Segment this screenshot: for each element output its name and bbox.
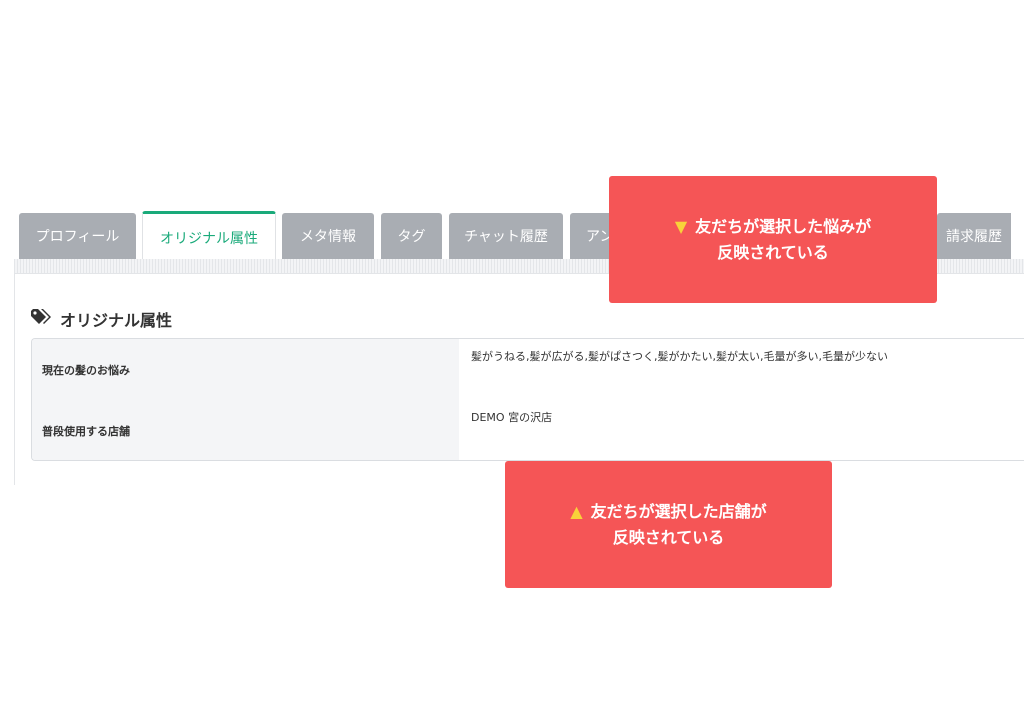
tab-original-attributes[interactable]: オリジナル属性 <box>142 211 276 261</box>
callout-text: 友だちが選択した悩みが <box>695 216 872 236</box>
section-title: オリジナル属性 <box>30 306 172 332</box>
tab-billing-history[interactable]: 請求履歴 <box>937 213 1011 259</box>
row-label: 現在の髪のお悩み <box>32 339 459 400</box>
table-row: 普段使用する店舗 DEMO 宮の沢店 <box>32 400 1024 460</box>
down-triangle-icon: ▼ <box>674 216 688 236</box>
callout-line: ▼ 友だちが選択した悩みが <box>675 214 871 240</box>
callout-text: 反映されている <box>612 527 725 547</box>
tags-icon <box>30 309 52 329</box>
row-value: 髪がうねる,髪が広がる,髪がぱさつく,髪がかたい,髪が太い,毛量が多い,毛量が少… <box>459 339 1024 400</box>
row-value: DEMO 宮の沢店 <box>459 400 1024 460</box>
tab-chat-history[interactable]: チャット履歴 <box>449 213 563 259</box>
callout-text: 友だちが選択した店舗が <box>590 501 767 521</box>
row-label: 普段使用する店舗 <box>32 400 459 460</box>
tab-meta-info[interactable]: メタ情報 <box>282 213 374 259</box>
up-triangle-icon: ▲ <box>570 501 583 521</box>
attributes-table: 現在の髪のお悩み 髪がうねる,髪が広がる,髪がぱさつく,髪がかたい,髪が太い,毛… <box>31 338 1024 461</box>
callout-line: ▲ 友だちが選択した店舗が <box>570 499 766 525</box>
tab-profile[interactable]: プロフィール <box>19 213 136 259</box>
callout-store: ▲ 友だちが選択した店舗が 反映されている <box>505 461 832 588</box>
callout-text: 反映されている <box>717 242 829 262</box>
section-title-text: オリジナル属性 <box>60 311 173 330</box>
callout-concerns: ▼ 友だちが選択した悩みが 反映されている <box>609 176 937 303</box>
table-row: 現在の髪のお悩み 髪がうねる,髪が広がる,髪がぱさつく,髪がかたい,髪が太い,毛… <box>32 339 1024 401</box>
tab-tags[interactable]: タグ <box>381 213 442 259</box>
